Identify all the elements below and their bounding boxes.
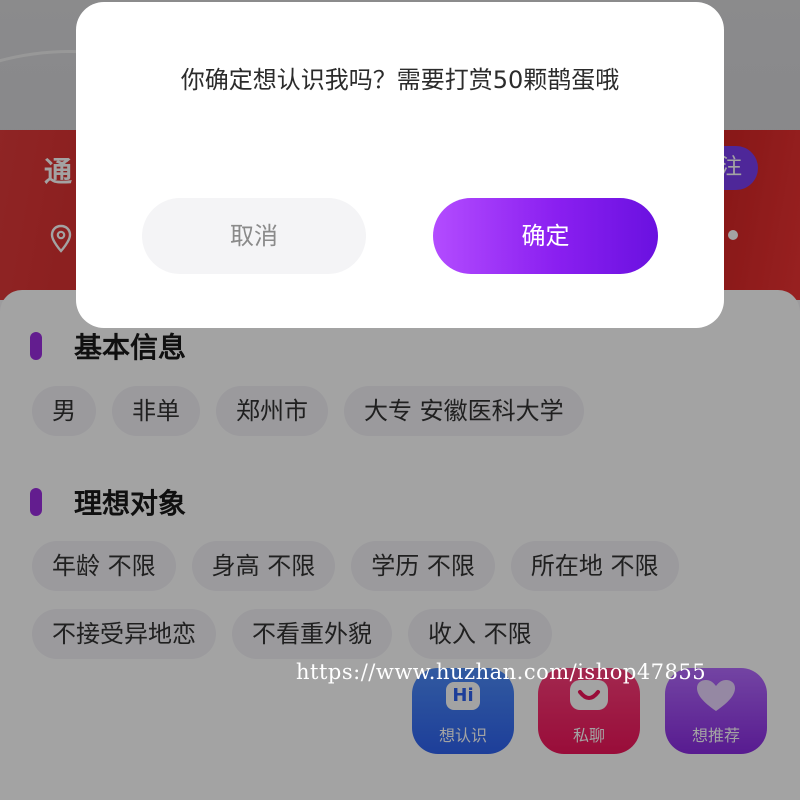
- confirm-button[interactable]: 确定: [433, 198, 658, 274]
- dialog-message: 你确定想认识我吗？需要打赏50颗鹊蛋哦: [180, 66, 620, 94]
- watermark: https://www.huzhan.com/ishop47855: [296, 660, 707, 684]
- confirm-dialog: 你确定想认识我吗？需要打赏50颗鹊蛋哦 取消 确定: [76, 2, 724, 328]
- cancel-button[interactable]: 取消: [142, 198, 366, 274]
